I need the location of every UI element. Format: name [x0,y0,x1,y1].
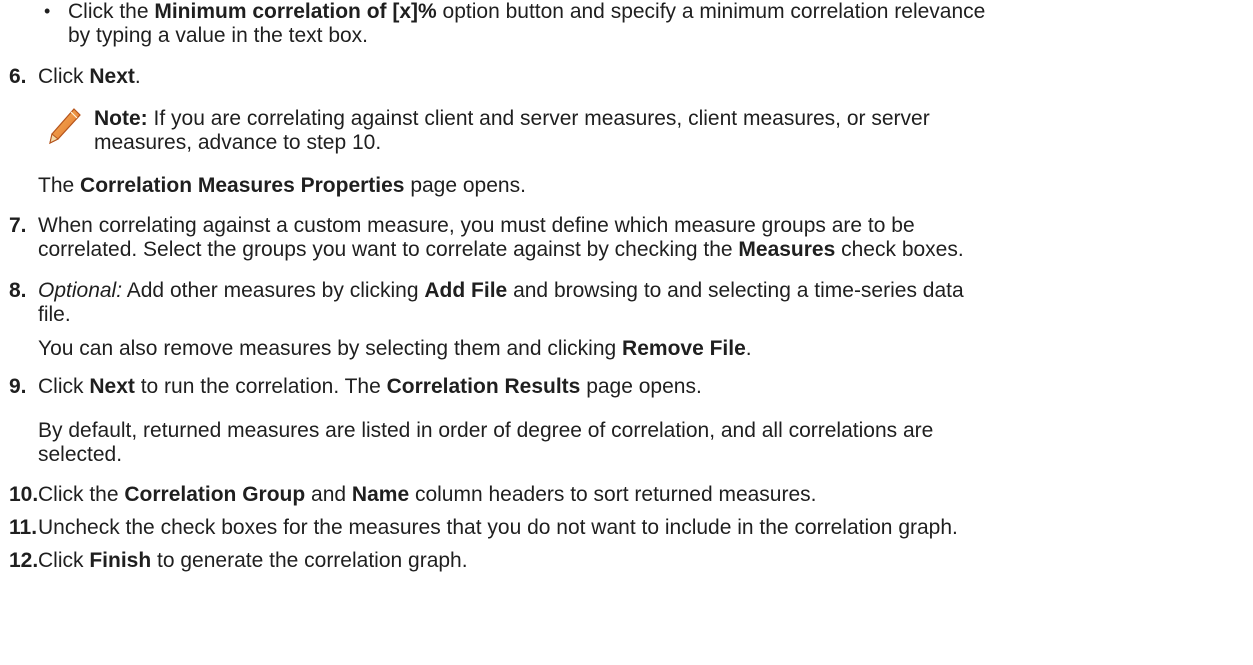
step-10-number: 10. [9,483,39,506]
step-9-extra-line-1: By default, returned measures are listed… [38,419,934,442]
step-8-number: 8. [9,279,27,302]
step-6-text: Click Next. [38,65,141,88]
step-10-line: Click the Correlation Group and Name col… [38,483,817,506]
note-line-1: Note: If you are correlating against cli… [94,107,930,130]
step-11-number: 11. [9,516,38,539]
step-7-number: 7. [9,214,27,237]
step-7-line-1: When correlating against a custom measur… [38,214,915,237]
step-12-number: 12. [9,549,39,572]
document-page: • Click the Minimum correlation of [x]% … [0,0,1253,665]
bullet-marker: • [44,1,51,21]
step-7-line-2: correlated. Select the groups you want t… [38,238,964,261]
pencil-icon [49,108,81,145]
step-8-line-1: Optional: Add other measures by clicking… [38,279,964,302]
page-opens-line: The Correlation Measures Properties page… [38,174,526,197]
step-9-number: 9. [9,375,27,398]
step-11-line: Uncheck the check boxes for the measures… [38,516,958,539]
step-6-number: 6. [9,65,27,88]
step-12-line: Click Finish to generate the correlation… [38,549,468,572]
step-9-line: Click Next to run the correlation. The C… [38,375,702,398]
step-9-extra-line-2: selected. [38,443,123,466]
bullet-line-2: by typing a value in the text box. [68,24,369,47]
bullet-line-1: Click the Minimum correlation of [x]% op… [68,0,986,23]
step-8-line-2: file. [38,303,71,326]
note-line-2: measures, advance to step 10. [94,131,382,154]
step-8-extra: You can also remove measures by selectin… [38,337,752,360]
